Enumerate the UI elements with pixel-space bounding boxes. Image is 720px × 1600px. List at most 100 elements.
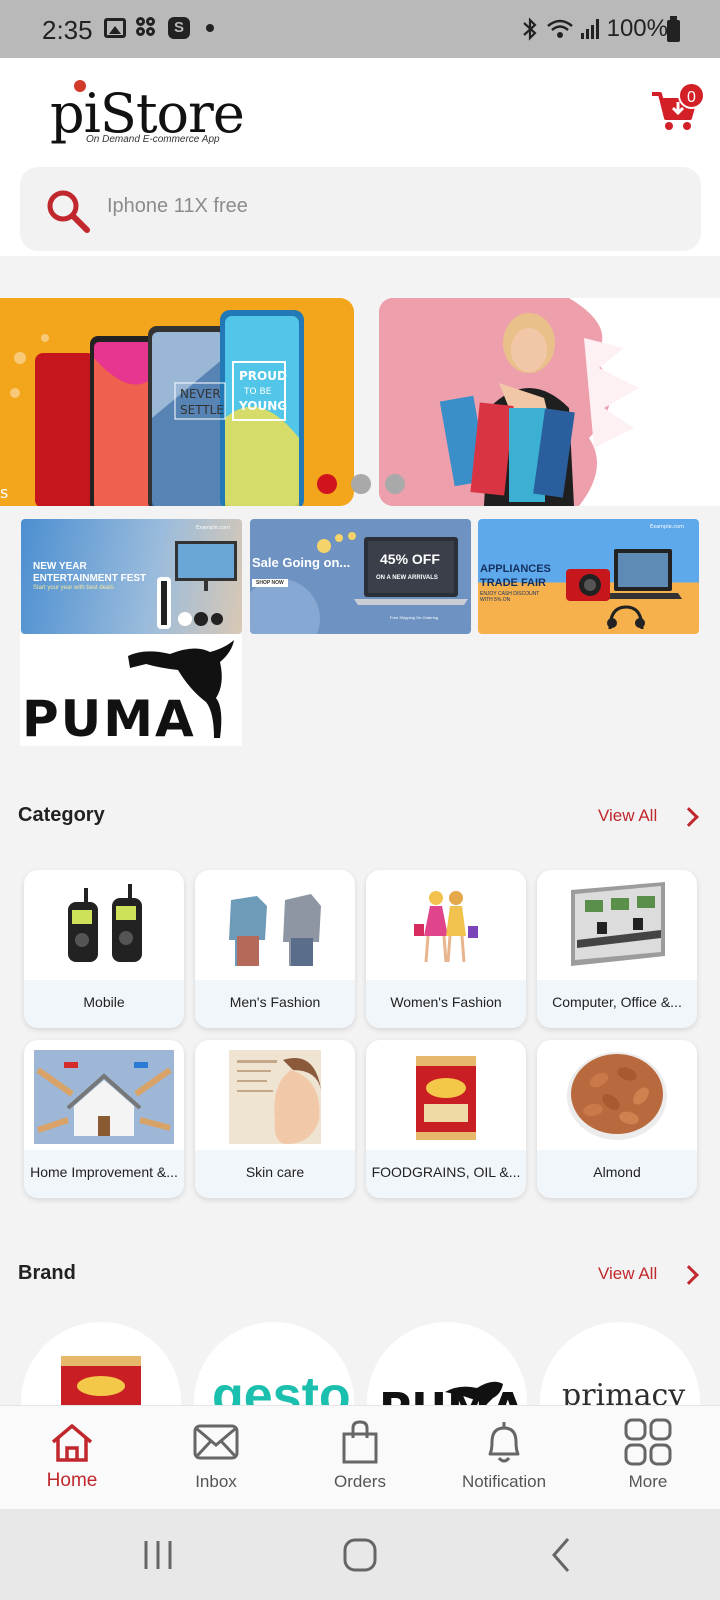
gallery-icon (104, 18, 126, 38)
carousel-dot-3[interactable] (385, 474, 405, 494)
promo1-title-line2: ENTERTAINMENT FEST (33, 573, 147, 584)
battery-percent: 100% (606, 15, 668, 42)
carousel-dot-1[interactable] (317, 474, 337, 494)
foodgrains-pack-image (416, 1056, 476, 1140)
promo-appliances-trade-fair[interactable]: Example.com APPLIANCES TRADE FAIR ENJOY … (478, 519, 699, 634)
banner-slide-phones[interactable]: NEVER SETTLE PROUD TO BE YOUNG s (0, 298, 354, 506)
promo3-title-line1: APPLIANCES (480, 563, 551, 575)
phones-banner-image: NEVER SETTLE PROUD TO BE YOUNG s (0, 310, 304, 506)
pistore-logo[interactable]: piStore On Demand E-commerce App (50, 78, 245, 148)
category-section-title: Category (18, 804, 105, 826)
category-label: Home Improvement &... (30, 1164, 178, 1180)
cart-count-badge: 0 (678, 82, 705, 109)
promo3-subtitle-line2: WITH 5% ON (480, 597, 511, 603)
status-bar: 2:35 S 100% (0, 0, 720, 58)
carousel-dot-2[interactable] (351, 474, 371, 494)
promo2-offer-sub: ON A NEW ARRIVALS (376, 575, 438, 581)
inbox-icon (193, 1424, 239, 1460)
promo3-corner: Example.com (650, 524, 684, 530)
nav-notification[interactable]: Notification (432, 1406, 576, 1510)
banner-slide-shopping[interactable] (379, 298, 720, 506)
mens-fashion-image (229, 894, 321, 966)
brand-chevron-right-icon[interactable] (679, 1265, 699, 1285)
category-card-mobile[interactable]: Mobile (24, 870, 184, 1028)
category-label: Mobile (83, 994, 125, 1010)
category-view-all-link[interactable]: View All (598, 806, 657, 826)
home-improvement-image (34, 1050, 174, 1144)
promo2-footer: Free Shipping On Ordering (390, 615, 439, 620)
promo2-title: Sale Going on... (252, 555, 351, 570)
shopping-woman-banner-image (379, 298, 720, 506)
cart-button[interactable]: 0 (650, 82, 705, 132)
banner-edge-text: s (0, 483, 8, 502)
banner-text-proud: PROUD (239, 369, 287, 383)
category-label: Men's Fashion (229, 994, 321, 1010)
home-button-icon[interactable] (336, 1531, 384, 1579)
logo-tagline: On Demand E-commerce App (86, 134, 220, 145)
logo-dot (74, 80, 86, 92)
banner-carousel[interactable]: NEVER SETTLE PROUD TO BE YOUNG s (0, 298, 720, 506)
bell-icon (488, 1422, 520, 1463)
status-time: 2:35 (42, 15, 93, 45)
app-header: piStore On Demand E-commerce App 0 Iphon… (0, 58, 720, 256)
promo2-button: SHOP NOW (252, 579, 288, 587)
recent-apps-icon[interactable] (134, 1531, 182, 1579)
category-label: Skin care (245, 1164, 305, 1180)
brand-section-title: Brand (18, 1262, 76, 1284)
system-navigation-bar (0, 1509, 720, 1600)
signal-icon (580, 19, 599, 39)
s-app-icon: S (168, 17, 190, 39)
search-bar[interactable]: Iphone 11X free (20, 167, 701, 251)
banner-text-settle: SETTLE (180, 403, 224, 417)
nav-inbox-label: Inbox (195, 1472, 237, 1491)
nav-more[interactable]: More (576, 1406, 720, 1510)
promo-entertainment-fest[interactable]: Example.com NEW YEAR ENTERTAINMENT FEST … (21, 519, 242, 634)
back-icon[interactable] (538, 1531, 586, 1579)
promo-sale-going-on[interactable]: Sale Going on... SHOP NOW 45% OFF ON A N… (250, 519, 471, 634)
banner-text-young: YOUNG (238, 399, 287, 413)
nav-more-label: More (628, 1472, 668, 1491)
home-icon (51, 1424, 93, 1462)
walkie-talkie-image (68, 884, 142, 962)
category-card-skin-care[interactable]: Skin care (195, 1040, 355, 1198)
category-card-almond[interactable]: Almond (537, 1040, 697, 1198)
nav-home[interactable]: Home (0, 1406, 144, 1510)
nav-inbox[interactable]: Inbox (144, 1406, 288, 1510)
category-chevron-right-icon[interactable] (679, 807, 699, 827)
promo1-subtitle: Start your year with best deals (33, 585, 114, 591)
banner-text-never: NEVER (180, 387, 221, 401)
almond-bowl-image (567, 1052, 667, 1140)
nav-home-label: Home (46, 1470, 98, 1491)
carousel-dots (317, 474, 405, 494)
nav-orders[interactable]: Orders (288, 1406, 432, 1510)
category-card-foodgrains[interactable]: FOODGRAINS, OIL &... (366, 1040, 526, 1198)
search-input[interactable]: Iphone 11X free (107, 195, 248, 218)
category-card-womens-fashion[interactable]: Women's Fashion (366, 870, 526, 1028)
shopping-bag-icon (342, 1420, 378, 1464)
category-card-computer-office[interactable]: Computer, Office &... (537, 870, 697, 1028)
system-icons: 100% (521, 15, 668, 43)
wifi-icon (546, 19, 573, 38)
nav-notification-label: Notification (461, 1472, 547, 1491)
category-card-home-improvement[interactable]: Home Improvement &... (24, 1040, 184, 1198)
grid-icon (624, 1418, 672, 1466)
category-card-mens-fashion[interactable]: Men's Fashion (195, 870, 355, 1028)
app-screen: 2:35 S 100% piStore On Demand E-commerce… (0, 0, 720, 1600)
promo-puma[interactable]: PUMA (20, 634, 242, 746)
brand-view-all-link[interactable]: View All (598, 1264, 657, 1284)
promo1-title-line1: NEW YEAR (33, 561, 87, 572)
promo2-offer: 45% OFF (380, 551, 440, 567)
bottom-navigation: Home Inbox Orders Notification More (0, 1405, 720, 1509)
womens-fashion-image (414, 891, 478, 963)
promo1-corner: Example.com (196, 525, 230, 531)
banner-text-to-be: TO BE (243, 387, 272, 397)
search-icon (47, 190, 90, 233)
skin-care-image (229, 1050, 321, 1144)
bluetooth-icon (522, 17, 537, 41)
category-label: FOODGRAINS, OIL &... (371, 1164, 521, 1180)
category-label: Women's Fashion (390, 994, 502, 1010)
battery-icon (667, 16, 680, 42)
category-label: Computer, Office &... (552, 994, 682, 1010)
promo3-title-line2: TRADE FAIR (480, 577, 546, 589)
office-image (571, 882, 665, 966)
